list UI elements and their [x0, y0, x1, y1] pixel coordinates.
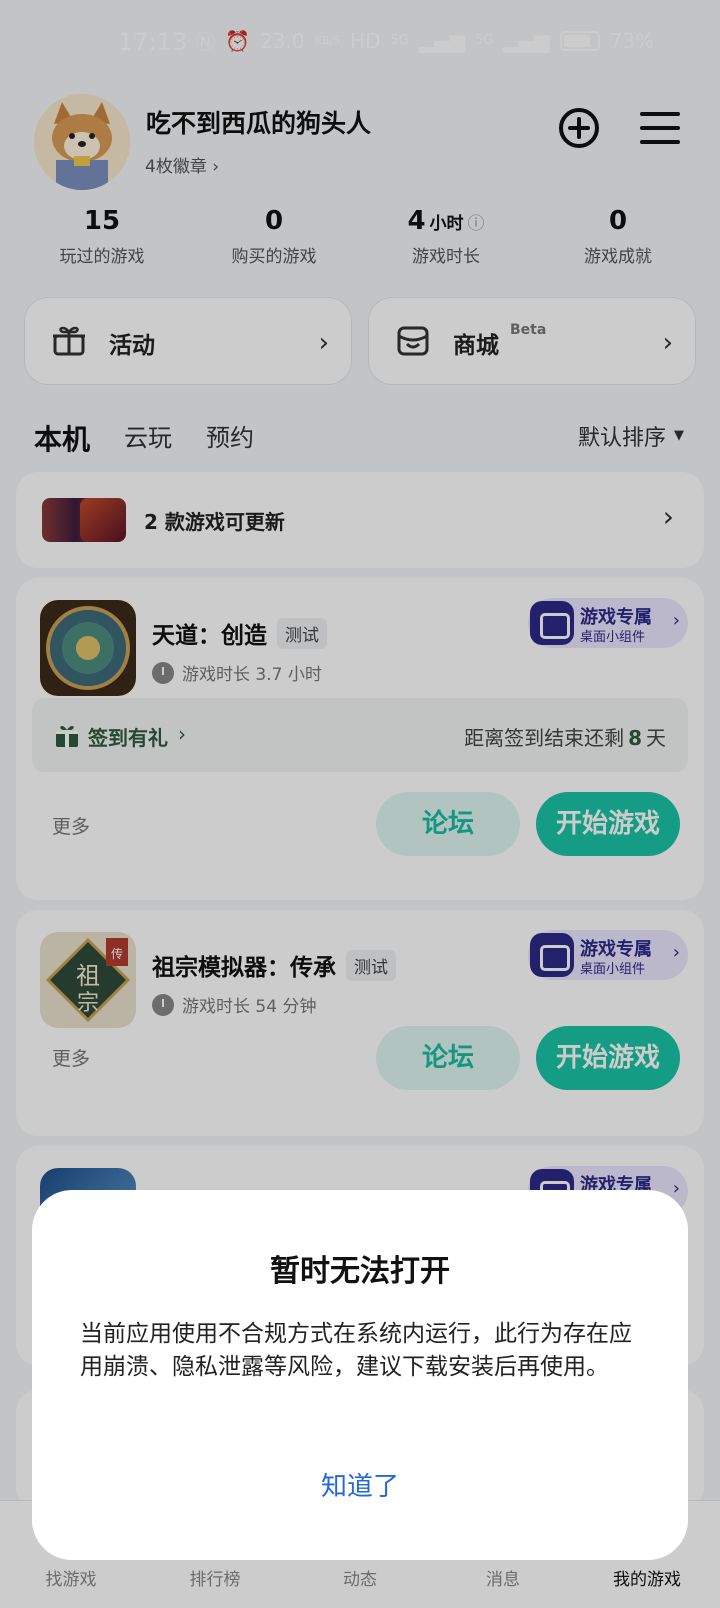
dialog-ok-button[interactable]: 知道了 [32, 1466, 688, 1503]
my-games-page: 17:13 Ⓝ ⏰ 23.0 KB/S HD 5G ▂▄▆ 5G ▂▄▆ 73% [0, 0, 720, 1608]
dialog-title: 暂时无法打开 [270, 1254, 450, 1289]
alert-dialog: 暂时无法打开 当前应用使用不合规方式在系统内运行，此行为存在应用崩溃、隐私泄露等… [32, 1190, 688, 1560]
dialog-message: 当前应用使用不合规方式在系统内运行，此行为存在应用崩溃、隐私泄露等风险，建议下载… [80, 1321, 632, 1380]
